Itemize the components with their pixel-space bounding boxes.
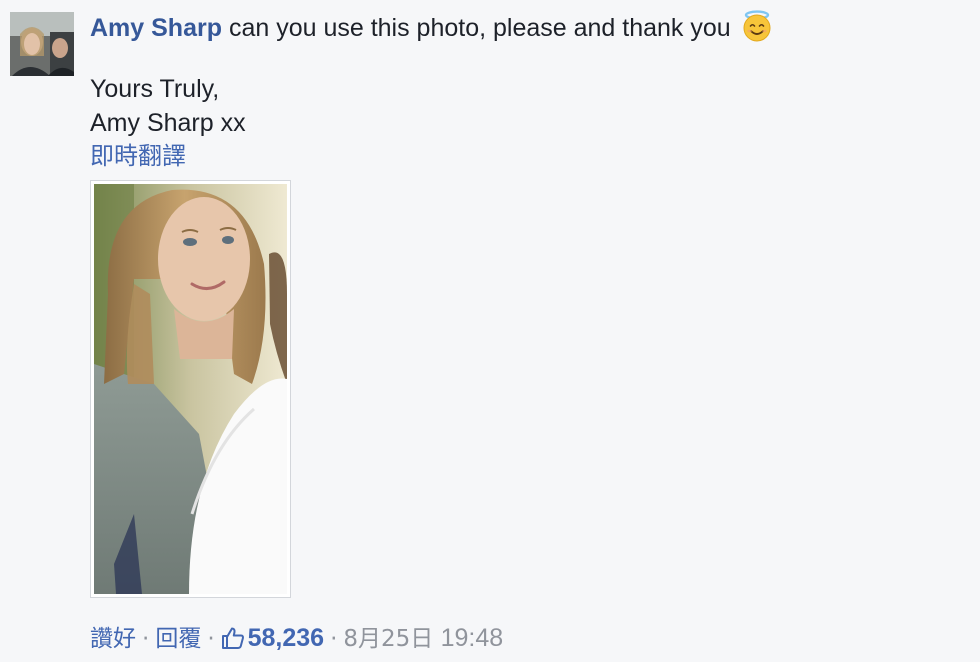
comment-date-link[interactable]: 8月25日 [343, 626, 433, 652]
comment-body-line: Amy Sharp xx [90, 109, 246, 137]
translate-link[interactable]: 即時翻譯 [90, 141, 970, 171]
avatar-image [10, 12, 74, 76]
reply-button[interactable]: 回覆 [155, 626, 201, 652]
author-name-link[interactable]: Amy Sharp [90, 14, 222, 42]
comment-time-link[interactable]: 19:48 [441, 624, 504, 652]
comment-body-line: Yours Truly, [90, 75, 220, 103]
separator-dot: · [207, 626, 215, 652]
author-avatar[interactable] [10, 12, 74, 76]
separator-dot: · [330, 626, 338, 652]
smiling-face-with-halo-icon [742, 10, 772, 52]
comment-actions: 讚好 · 回覆 · 58,236 · 8月25日 19:48 [90, 621, 503, 660]
like-count-link[interactable]: 58,236 [248, 624, 324, 652]
comment-first-line: Amy Sharp can you use this photo, please… [90, 10, 970, 52]
thumbs-up-icon[interactable] [221, 626, 245, 660]
attached-photo[interactable] [90, 180, 291, 598]
comment-body: Yours Truly, Amy Sharp xx [90, 72, 970, 140]
like-button[interactable]: 讚好 [90, 626, 136, 652]
comment-text: can you use this photo, please and thank… [228, 14, 731, 42]
comment: Amy Sharp can you use this photo, please… [90, 10, 970, 171]
photo-image [94, 184, 287, 594]
separator-dot: · [142, 626, 150, 652]
